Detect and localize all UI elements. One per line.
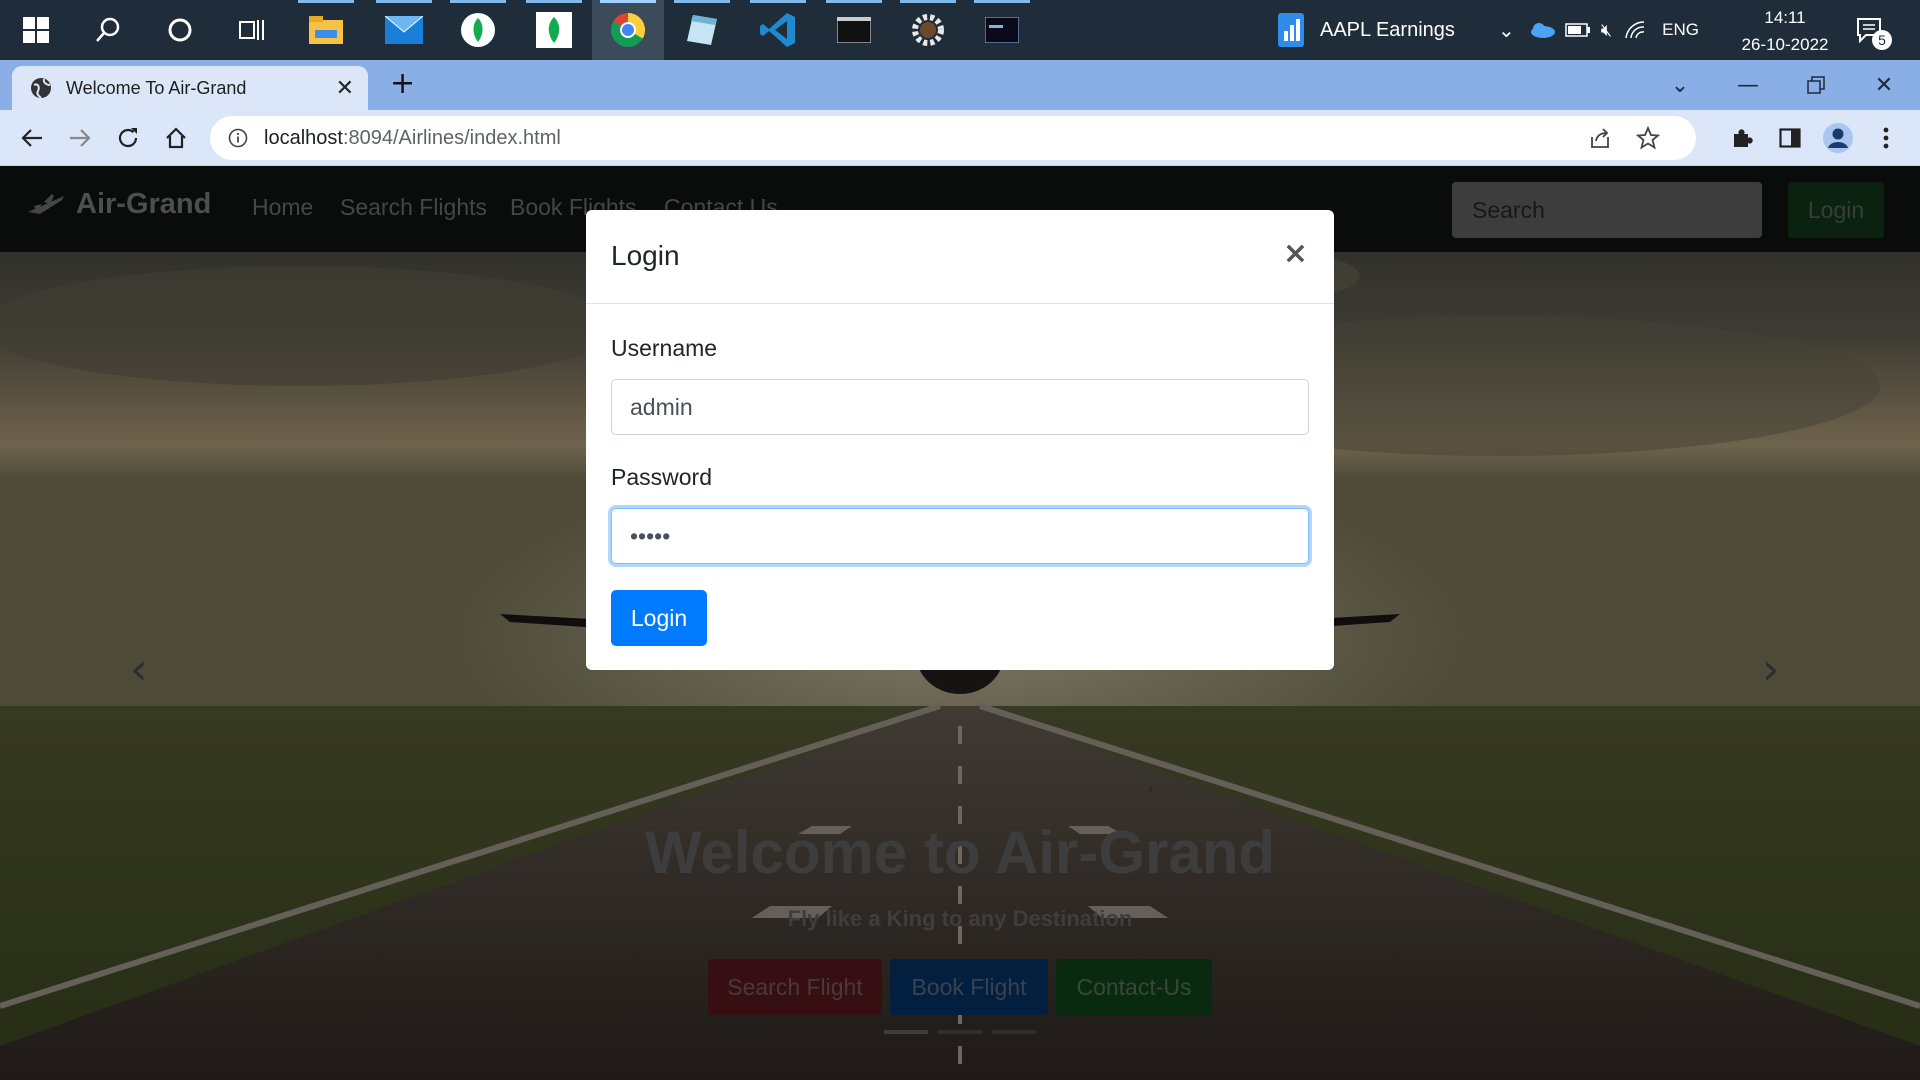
browser-tab-strip: Welcome To Air-Grand ✕ xyxy=(0,60,1920,110)
search-icon[interactable] xyxy=(72,0,144,60)
clock-time: 14:11 xyxy=(1764,8,1806,27)
news-widget[interactable]: AAPL Earnings xyxy=(1276,0,1455,60)
settings-gear-icon[interactable] xyxy=(892,0,964,60)
mongodb-icon[interactable] xyxy=(518,0,590,60)
username-label: Username xyxy=(611,335,718,361)
system-tray: ⌄ 🔇︎ ENG xyxy=(1498,0,1699,60)
forward-arrow-icon xyxy=(70,129,91,147)
chevron-up-icon[interactable]: ⌄ xyxy=(1498,18,1515,43)
reload-icon xyxy=(118,128,138,148)
address-bar[interactable]: localhost:8094/Airlines/index.html xyxy=(210,116,1696,160)
battery-icon[interactable] xyxy=(1565,23,1591,37)
notification-center[interactable]: 5 xyxy=(1856,0,1892,60)
vscode-icon[interactable] xyxy=(742,0,814,60)
wifi-icon[interactable] xyxy=(1624,20,1646,40)
windows-taskbar: AAPL Earnings ⌄ 🔇︎ ENG 14:11 26-10-2022 … xyxy=(0,0,1920,60)
url-path: :8094/Airlines/index.html xyxy=(342,126,561,149)
url-text: localhost:8094/Airlines/index.html xyxy=(264,127,561,150)
browser-tab[interactable]: Welcome To Air-Grand ✕ xyxy=(12,66,368,110)
web-page: Air-Grand Home Search Flights Book Fligh… xyxy=(0,166,1920,1080)
chart-widget-icon xyxy=(1278,13,1304,47)
task-view-icon[interactable] xyxy=(216,0,288,60)
side-panel-button[interactable] xyxy=(1770,118,1810,158)
new-tab-button[interactable]: + xyxy=(390,66,415,101)
file-explorer-icon[interactable] xyxy=(290,0,362,60)
bookmark-star-icon[interactable] xyxy=(1636,126,1660,150)
widget-label: AAPL Earnings xyxy=(1320,18,1455,41)
notepad-icon[interactable] xyxy=(666,0,738,60)
password-input[interactable]: ••••• xyxy=(611,508,1309,564)
site-info-icon[interactable] xyxy=(228,128,248,148)
clock[interactable]: 14:11 26-10-2022 xyxy=(1730,4,1840,58)
side-panel-icon xyxy=(1779,128,1801,148)
reload-button[interactable] xyxy=(108,118,148,158)
start-icon[interactable] xyxy=(0,0,72,60)
profile-button[interactable] xyxy=(1818,118,1858,158)
avatar-icon xyxy=(1823,123,1853,153)
modal-header: Login × xyxy=(586,210,1334,304)
notification-badge: 5 xyxy=(1872,30,1892,50)
cortana-icon[interactable] xyxy=(144,0,216,60)
clock-date: 26-10-2022 xyxy=(1741,35,1829,54)
home-button[interactable] xyxy=(156,118,196,158)
mail-icon[interactable] xyxy=(368,0,440,60)
minimize-button[interactable]: — xyxy=(1714,62,1782,108)
extensions-button[interactable] xyxy=(1722,118,1762,158)
chrome-menu-button[interactable] xyxy=(1866,118,1906,158)
tab-title: Welcome To Air-Grand xyxy=(66,77,247,98)
terminal-icon[interactable] xyxy=(818,0,890,60)
close-icon[interactable]: × xyxy=(1283,236,1308,271)
share-icon[interactable] xyxy=(1588,127,1612,149)
restore-button[interactable] xyxy=(1782,62,1850,108)
login-submit-button[interactable]: Login xyxy=(611,590,707,646)
password-label: Password xyxy=(611,464,712,490)
chrome-icon[interactable] xyxy=(592,0,664,60)
kebab-menu-icon xyxy=(1883,127,1889,149)
back-button[interactable] xyxy=(12,118,52,158)
onedrive-icon[interactable] xyxy=(1529,22,1555,38)
tab-search-icon[interactable]: ⌄ xyxy=(1646,62,1714,108)
back-arrow-icon xyxy=(21,129,42,147)
username-input[interactable]: admin xyxy=(611,379,1309,435)
close-window-button[interactable]: ✕ xyxy=(1850,62,1918,108)
mysql-icon[interactable] xyxy=(966,0,1038,60)
login-modal: Login × Username admin Password ••••• Lo… xyxy=(586,210,1334,670)
tab-close-icon[interactable]: ✕ xyxy=(336,76,354,101)
url-host: localhost xyxy=(264,126,343,149)
puzzle-icon xyxy=(1734,129,1753,147)
restore-icon xyxy=(1807,76,1825,94)
mongodb-compass-icon[interactable] xyxy=(442,0,514,60)
modal-title: Login xyxy=(611,240,680,271)
forward-button[interactable] xyxy=(60,118,100,158)
globe-icon xyxy=(31,78,51,99)
browser-toolbar: localhost:8094/Airlines/index.html xyxy=(0,110,1920,166)
language-indicator[interactable]: ENG xyxy=(1662,20,1699,40)
volume-muted-icon[interactable]: 🔇︎ xyxy=(1601,20,1612,41)
home-icon xyxy=(166,127,186,149)
